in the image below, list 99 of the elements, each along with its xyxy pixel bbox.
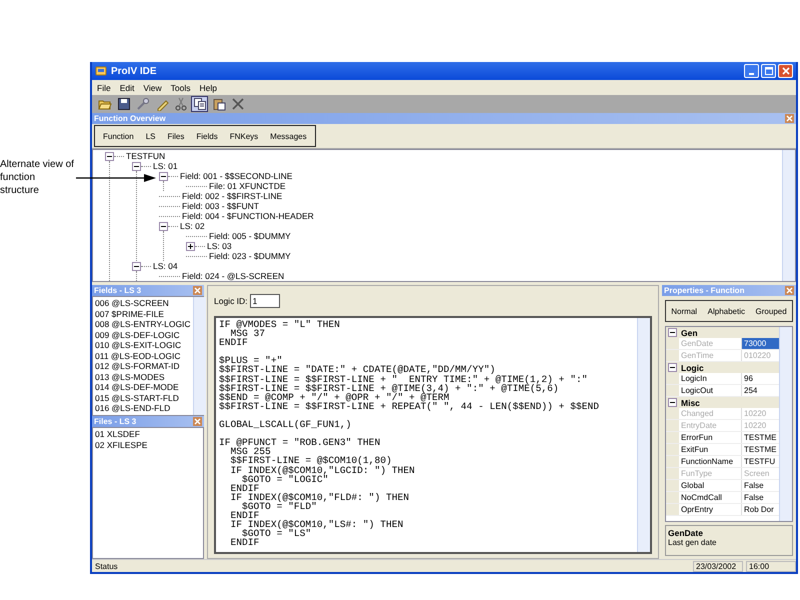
- tree-item[interactable]: Field: 003 - $$FUNT: [182, 201, 259, 211]
- property-name[interactable]: LogicOut: [679, 385, 742, 396]
- tab[interactable]: Messages: [264, 132, 313, 140]
- property-name[interactable]: OprEntry: [679, 504, 742, 515]
- property-name[interactable]: ErrorFun: [679, 432, 742, 443]
- property-value[interactable]: False: [742, 480, 779, 491]
- collapse-icon[interactable]: [159, 222, 168, 230]
- menu-item[interactable]: File: [97, 82, 111, 92]
- property-name[interactable]: ExitFun: [679, 444, 742, 455]
- tree-item[interactable]: Field: 005 - $DUMMY: [209, 231, 291, 241]
- panel-title: Properties - Function: [664, 286, 746, 295]
- property-value[interactable]: Rob Dor: [742, 504, 779, 515]
- list-item[interactable]: 007 $PRIME-FILE: [95, 308, 191, 319]
- property-name[interactable]: LogicIn: [679, 373, 742, 384]
- close-button[interactable]: [785, 286, 794, 295]
- property-name[interactable]: FunctionName: [679, 456, 742, 467]
- property-value[interactable]: False: [742, 492, 779, 503]
- tab[interactable]: Files: [161, 132, 190, 140]
- close-icon: [782, 67, 790, 75]
- annotation-text: Alternate view of function structure: [0, 158, 75, 197]
- menu-item[interactable]: Help: [199, 82, 217, 92]
- group-label: Logic: [681, 362, 704, 372]
- close-button[interactable]: [785, 114, 794, 123]
- menu-item[interactable]: View: [143, 82, 162, 92]
- copy-icon[interactable]: [191, 96, 208, 112]
- save-icon[interactable]: [115, 96, 132, 112]
- scrollbar[interactable]: [779, 327, 792, 521]
- collapse-icon[interactable]: [132, 162, 141, 170]
- tree-item[interactable]: Field: 004 - $FUNCTION-HEADER: [182, 211, 314, 221]
- tree-item[interactable]: Field: 001 - $$SECOND-LINE: [180, 171, 292, 181]
- status-date: 23/03/2002: [693, 560, 743, 572]
- expand-icon[interactable]: [186, 242, 195, 250]
- property-value[interactable]: TESTFU: [742, 456, 779, 467]
- tree-item[interactable]: Field: 024 - @LS-SCREEN: [182, 271, 284, 281]
- maximize-icon: [764, 67, 772, 75]
- group-label: Misc: [681, 398, 700, 408]
- list-item[interactable]: 006 @LS-SCREEN: [95, 298, 191, 308]
- property-name[interactable]: NoCmdCall: [679, 492, 742, 503]
- arrow-icon: [76, 174, 156, 182]
- tab[interactable]: LS: [140, 132, 162, 140]
- list-item[interactable]: 013 @LS-MODES: [95, 372, 191, 382]
- property-value[interactable]: 96: [742, 373, 779, 384]
- status-text: Status: [94, 562, 119, 570]
- window-title: ProIV IDE: [111, 66, 158, 76]
- tree-item[interactable]: Field: 023 - $DUMMY: [209, 251, 291, 261]
- property-value[interactable]: TESTME: [742, 432, 779, 443]
- scrollbar[interactable]: [637, 318, 650, 552]
- tree-item[interactable]: LS: 01: [153, 161, 178, 171]
- property-name[interactable]: Global: [679, 480, 742, 491]
- collapse-icon[interactable]: [668, 363, 677, 372]
- logic-id-field[interactable]: 1: [250, 294, 280, 308]
- code-text: IF @VMODES = "L" THEN MSG 37 ENDIF $PLUS = "+" $$FIRST-LINE = "DATE:" + CDATE(@DATE,"DD/MM/YY") $$FIRST-LINE = $$FIRST-LINE + " ENTRY TIME:" + @TIME(1,2) + ":" $$FIRST-LINE = $$FIRST-LINE + @TIME(3,4) + ":" + @TIME(5,6) $$END = @COMP + "/" + @OPR + "/" + @TERM $$FIRST-LINE = $$FIRST-LINE + REPEAT(" ", 44 - LEN($$END)) + $$END GLOBAL_LSCALL(GF_FUN1,) IF @PFUNCT = "ROB.GEN3" THEN MSG 255 $$FIRST-LINE = @$COM10(1,80) IF INDEX(@$COM10,"LGCID: ") THEN $GOTO = "LOGIC" ENDIF IF INDEX(@$COM10,"FLD#: ") THEN $GOTO = "FLD" ENDIF IF INDEX(@$COM10,"LS#: ") THEN $GOTO = "LS" ENDIF: [218, 318, 600, 550]
- collapse-icon[interactable]: [132, 262, 141, 270]
- status-time: 16:00: [746, 560, 796, 572]
- tree-item[interactable]: Field: 002 - $$FIRST-LINE: [182, 191, 282, 201]
- tab[interactable]: Grouped: [756, 306, 787, 316]
- panel-title: Files - LS 3: [94, 417, 138, 426]
- list-item[interactable]: 010 @LS-EXIT-LOGIC: [95, 340, 191, 350]
- panel-title: Function Overview: [94, 114, 167, 123]
- list-item[interactable]: 008 @LS-ENTRY-LOGIC: [95, 319, 191, 330]
- tree-item[interactable]: LS: 04: [153, 261, 178, 271]
- tab[interactable]: Fields: [190, 132, 224, 140]
- group-label: Gen: [681, 328, 698, 338]
- description-text: Last gen date: [668, 538, 718, 547]
- close-button[interactable]: [778, 64, 793, 78]
- list-item[interactable]: 016 @LS-END-FLD: [95, 403, 191, 414]
- list-item[interactable]: 015 @LS-START-FLD: [95, 392, 191, 403]
- tab[interactable]: FNKeys: [224, 132, 264, 140]
- menu-item[interactable]: Tools: [170, 82, 190, 92]
- scrollbar[interactable]: [782, 150, 795, 281]
- close-button[interactable]: [193, 417, 202, 426]
- maximize-button[interactable]: [761, 64, 776, 78]
- panel-title: Fields - LS 3: [94, 286, 142, 295]
- tree-item[interactable]: LS: 03: [207, 241, 232, 251]
- collapse-icon[interactable]: [159, 172, 168, 180]
- collapse-icon[interactable]: [105, 152, 114, 160]
- property-value[interactable]: TESTME: [742, 444, 779, 455]
- close-button[interactable]: [193, 286, 202, 295]
- collapse-icon[interactable]: [668, 398, 677, 407]
- list-item[interactable]: 02 XFILESPE: [95, 440, 201, 450]
- description-title: GenDate: [668, 528, 704, 538]
- list-item[interactable]: 009 @LS-DEF-LOGIC: [95, 330, 191, 340]
- tree-item[interactable]: LS: 02: [180, 221, 205, 231]
- list-item[interactable]: 01 XLSDEF: [95, 429, 201, 440]
- app-icon: [95, 65, 107, 77]
- tree-item[interactable]: File: 01 XFUNCTDE: [209, 181, 286, 191]
- list-item[interactable]: 012 @LS-FORMAT-ID: [95, 361, 191, 372]
- property-value[interactable]: 254: [742, 385, 779, 396]
- tree-item[interactable]: TESTFUN: [126, 151, 166, 161]
- list-item[interactable]: 011 @LS-EOD-LOGIC: [95, 350, 191, 361]
- list-item[interactable]: 014 @LS-DEF-MODE: [95, 382, 191, 392]
- tab[interactable]: Function: [97, 132, 140, 140]
- tab[interactable]: Alphabetic: [708, 306, 745, 316]
- menu-item[interactable]: Edit: [120, 82, 134, 92]
- tab[interactable]: Normal: [671, 306, 698, 316]
- minimize-button[interactable]: [744, 64, 759, 78]
- collapse-icon[interactable]: [668, 328, 677, 337]
- scrollbar[interactable]: [192, 297, 206, 415]
- logic-id-label: Logic ID:: [214, 296, 248, 306]
